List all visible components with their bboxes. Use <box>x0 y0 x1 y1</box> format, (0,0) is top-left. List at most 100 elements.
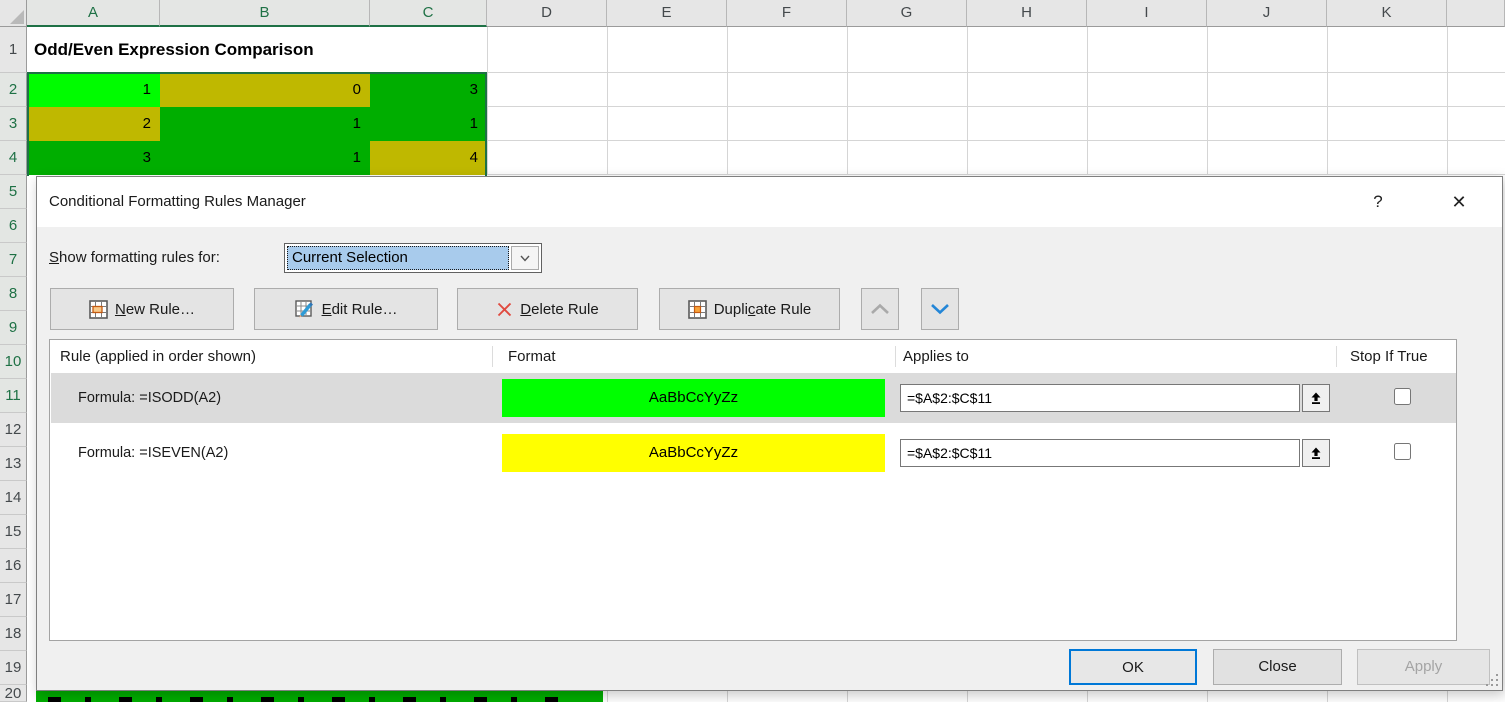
row-header-11[interactable]: 11 <box>0 379 27 413</box>
column-header-i[interactable]: I <box>1087 0 1207 27</box>
row20-green-cells[interactable] <box>36 691 603 702</box>
header-rule: Rule (applied in order shown) <box>60 340 256 373</box>
column-header-k[interactable]: K <box>1327 0 1447 27</box>
edit-rule-label: Edit Rule… <box>322 301 398 318</box>
dropdown-button[interactable] <box>511 246 539 270</box>
chevron-down-icon <box>929 302 951 316</box>
duplicate-rule-table-icon <box>688 300 707 319</box>
row-header-5[interactable]: 5 <box>0 175 27 209</box>
row20-clipped-text <box>48 697 568 702</box>
row-header-2[interactable]: 2 <box>0 73 27 107</box>
cell-b2[interactable]: 0 <box>160 73 370 107</box>
cell-b3[interactable]: 1 <box>160 107 370 141</box>
rule-row-iseven[interactable]: Formula: =ISEVEN(A2) AaBbCcYyZz <box>51 428 1456 478</box>
close-button[interactable]: Close <box>1213 649 1342 685</box>
row-header-8[interactable]: 8 <box>0 277 27 311</box>
select-all-triangle <box>10 10 24 24</box>
gridlines-vertical <box>487 27 1505 175</box>
close-icon[interactable]: ✕ <box>1443 187 1475 217</box>
cell-c2[interactable]: 3 <box>370 73 487 107</box>
row-header-10[interactable]: 10 <box>0 345 27 379</box>
row-header-9[interactable]: 9 <box>0 311 27 345</box>
row-header-18[interactable]: 18 <box>0 617 27 651</box>
rule-formula: Formula: =ISODD(A2) <box>78 373 221 423</box>
row-header-15[interactable]: 15 <box>0 515 27 549</box>
header-separator <box>895 346 896 367</box>
delete-rule-button[interactable]: Delete Rule <box>457 288 638 330</box>
header-separator <box>1336 346 1337 367</box>
header-applies-to: Applies to <box>903 340 969 373</box>
format-preview: AaBbCcYyZz <box>502 379 885 417</box>
rule-formula: Formula: =ISEVEN(A2) <box>78 428 228 478</box>
column-header-j[interactable]: J <box>1207 0 1327 27</box>
conditional-formatting-dialog: Conditional Formatting Rules Manager ? ✕… <box>36 176 1503 691</box>
row-header-16[interactable]: 16 <box>0 549 27 583</box>
move-rule-down-button[interactable] <box>921 288 959 330</box>
move-rule-up-button[interactable] <box>861 288 899 330</box>
chevron-down-icon <box>518 251 532 265</box>
new-rule-label: New Rule… <box>115 301 195 318</box>
row-header-19[interactable]: 19 <box>0 651 27 685</box>
column-header-d[interactable]: D <box>487 0 607 27</box>
row-header-20[interactable]: 20 <box>0 685 27 702</box>
scope-dropdown[interactable]: Current Selection <box>284 243 542 273</box>
cell-c4[interactable]: 4 <box>370 141 487 175</box>
collapse-dialog-icon <box>1309 446 1323 460</box>
edit-rule-pencil-icon <box>295 300 315 319</box>
gridline-row4 <box>487 174 1505 175</box>
rule-row-isodd[interactable]: Formula: =ISODD(A2) AaBbCcYyZz <box>51 373 1456 423</box>
dialog-title: Conditional Formatting Rules Manager <box>49 177 306 227</box>
header-format: Format <box>508 340 556 373</box>
duplicate-rule-label: Duplicate Rule <box>714 301 812 318</box>
new-rule-button[interactable]: New Rule… <box>50 288 234 330</box>
applies-to-input[interactable] <box>900 384 1300 412</box>
duplicate-rule-button[interactable]: Duplicate Rule <box>659 288 840 330</box>
column-header-g[interactable]: G <box>847 0 967 27</box>
row-header-1[interactable]: 1 <box>0 27 27 73</box>
new-rule-table-icon <box>89 300 108 319</box>
header-stop-if-true: Stop If True <box>1350 340 1428 373</box>
show-rules-label: Show formatting rules for: <box>49 243 220 273</box>
resize-grip[interactable] <box>1485 674 1498 687</box>
row-header-3[interactable]: 3 <box>0 107 27 141</box>
row-header-6[interactable]: 6 <box>0 209 27 243</box>
row-header-column: 1 2 3 4 5 6 7 8 9 10 11 12 13 14 15 16 1… <box>0 27 27 702</box>
delete-rule-label: Delete Rule <box>520 301 598 318</box>
collapse-dialog-icon <box>1309 391 1323 405</box>
delete-x-icon <box>496 301 513 318</box>
column-header-h[interactable]: H <box>967 0 1087 27</box>
help-icon[interactable]: ? <box>1362 187 1394 217</box>
row-header-17[interactable]: 17 <box>0 583 27 617</box>
row-header-7[interactable]: 7 <box>0 243 27 277</box>
column-header-f[interactable]: F <box>727 0 847 27</box>
gridline-row3 <box>487 140 1505 141</box>
column-header-e[interactable]: E <box>607 0 727 27</box>
column-header-b[interactable]: B <box>160 0 370 27</box>
cell-a4[interactable]: 3 <box>27 141 160 175</box>
cell-a2[interactable]: 1 <box>27 73 160 107</box>
row-header-12[interactable]: 12 <box>0 413 27 447</box>
collapse-dialog-button[interactable] <box>1302 439 1330 467</box>
ok-button[interactable]: OK <box>1069 649 1197 685</box>
applies-to-input[interactable] <box>900 439 1300 467</box>
stop-if-true-checkbox[interactable] <box>1394 443 1411 460</box>
gridline-row1 <box>487 72 1505 73</box>
stop-if-true-checkbox[interactable] <box>1394 388 1411 405</box>
row-header-4[interactable]: 4 <box>0 141 27 175</box>
cell-a1-title[interactable]: Odd/Even Expression Comparison <box>27 27 487 73</box>
edit-rule-button[interactable]: Edit Rule… <box>254 288 438 330</box>
column-header-stub <box>1447 0 1505 27</box>
select-all-corner[interactable] <box>0 0 27 27</box>
row-header-14[interactable]: 14 <box>0 481 27 515</box>
cell-c3[interactable]: 1 <box>370 107 487 141</box>
column-header-a[interactable]: A <box>27 0 160 27</box>
gridline-row2 <box>487 106 1505 107</box>
collapse-dialog-button[interactable] <box>1302 384 1330 412</box>
apply-button: Apply <box>1357 649 1490 685</box>
cell-b4[interactable]: 1 <box>160 141 370 175</box>
cell-a3[interactable]: 2 <box>27 107 160 141</box>
column-header-c[interactable]: C <box>370 0 487 27</box>
scope-dropdown-value: Current Selection <box>287 246 509 270</box>
chevron-up-icon <box>869 302 891 316</box>
row-header-13[interactable]: 13 <box>0 447 27 481</box>
